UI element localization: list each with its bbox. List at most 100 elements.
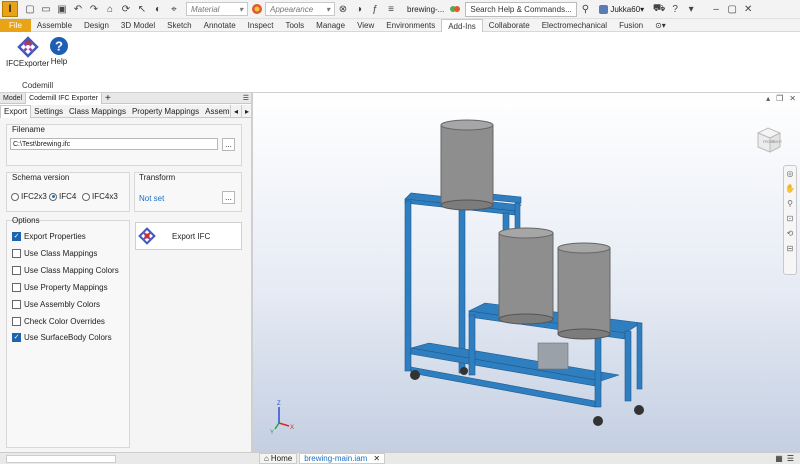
search-icon[interactable]: ⚲ bbox=[578, 2, 592, 16]
viewport-minimize-icon[interactable]: ▴ bbox=[766, 94, 770, 103]
update-icon[interactable]: ⟳ bbox=[119, 2, 133, 16]
option-use-property-mappings[interactable]: Use Property Mappings bbox=[12, 283, 108, 292]
tab-collaborate[interactable]: Collaborate bbox=[483, 19, 536, 32]
tab-sketch[interactable]: Sketch bbox=[161, 19, 197, 32]
material-select[interactable]: Material ▾ bbox=[186, 2, 248, 16]
user-menu[interactable]: Jukka60 ▾ bbox=[599, 4, 644, 14]
cart-icon[interactable]: ⛟ bbox=[652, 2, 666, 16]
tab-inspect[interactable]: Inspect bbox=[242, 19, 280, 32]
option-use-class-mappings[interactable]: Use Class Mappings bbox=[12, 249, 97, 258]
new-file-icon[interactable]: ▢ bbox=[23, 2, 37, 16]
navigation-bar: ◎ ✋ ⚲ ⊡ ⟲ ⊟ bbox=[783, 165, 797, 275]
orbit-icon[interactable]: ⟲ bbox=[787, 229, 794, 238]
document-tab[interactable]: brewing-main.iam ✕ bbox=[299, 453, 386, 464]
option-use-class-mapping-colors[interactable]: Use Class Mapping Colors bbox=[12, 266, 119, 275]
color-icon[interactable]: ◐ bbox=[151, 2, 165, 16]
app-logo[interactable]: I bbox=[2, 1, 18, 17]
viewport-window-controls: ▴ ❐ ✕ bbox=[766, 94, 796, 103]
tab-3d-model[interactable]: 3D Model bbox=[115, 19, 161, 32]
browse-file-button[interactable]: ... bbox=[222, 138, 235, 151]
schema-label: IFC4 bbox=[59, 192, 77, 201]
tab-electromechanical[interactable]: Electromechanical bbox=[536, 19, 613, 32]
home-tab-label: Home bbox=[270, 454, 293, 463]
tab-fusion[interactable]: Fusion bbox=[613, 19, 649, 32]
schema-radio-ifc2x3[interactable]: IFC2x3 bbox=[11, 192, 47, 201]
open-folder-icon[interactable]: ▭ bbox=[39, 2, 53, 16]
close-tab-icon[interactable]: ✕ bbox=[373, 454, 380, 463]
tab-add-ins[interactable]: Add-Ins bbox=[441, 18, 483, 33]
home-icon[interactable]: ⌂ bbox=[103, 2, 117, 16]
subtab-property-mappings[interactable]: Property Mappings bbox=[129, 105, 202, 118]
minimize-icon[interactable]: – bbox=[709, 2, 723, 16]
adjust-icon[interactable]: ◑ bbox=[352, 2, 366, 16]
scroll-left-icon[interactable]: ◂ bbox=[229, 104, 241, 118]
menu-icon[interactable]: ☰ bbox=[787, 454, 794, 463]
option-use-assembly-colors[interactable]: Use Assembly Colors bbox=[12, 300, 100, 309]
tab-model[interactable]: Model bbox=[0, 93, 25, 104]
viewport-restore-icon[interactable]: ❐ bbox=[776, 94, 783, 103]
ifc-exporter-button[interactable]: IFCExporter bbox=[6, 36, 49, 68]
3d-viewport[interactable]: Z X Y FRONT RIGHT ▴ ❐ ✕ ◎ ✋ ⚲ ⊡ ⟲ ⊟ bbox=[253, 93, 800, 452]
tab-tools[interactable]: Tools bbox=[279, 19, 310, 32]
viewport-close-icon[interactable]: ✕ bbox=[789, 94, 796, 103]
option-export-properties[interactable]: ✓ Export Properties bbox=[12, 232, 86, 241]
tab-assemble[interactable]: Assemble bbox=[31, 19, 78, 32]
home-tab[interactable]: ⌂ Home bbox=[259, 453, 298, 464]
export-ifc-button[interactable]: Export IFC bbox=[135, 222, 242, 250]
ribbon-options-icon[interactable]: ⊙▾ bbox=[649, 19, 672, 32]
help-circle-icon: ? bbox=[50, 37, 68, 55]
viewcube[interactable]: FRONT RIGHT bbox=[752, 123, 784, 155]
help-button[interactable]: ? Help bbox=[49, 36, 69, 66]
zoom-icon[interactable]: ⚲ bbox=[787, 199, 793, 208]
radio-circle bbox=[82, 192, 90, 201]
fx-icon[interactable]: ƒ bbox=[368, 2, 382, 16]
tab-design[interactable]: Design bbox=[78, 19, 115, 32]
subtab-settings[interactable]: Settings bbox=[31, 105, 66, 118]
ribbon-tabs: File Assemble Design 3D Model Sketch Ann… bbox=[0, 18, 800, 33]
undo-icon[interactable]: ↶ bbox=[71, 2, 85, 16]
schema-title: Schema version bbox=[12, 173, 70, 182]
subtab-export[interactable]: Export bbox=[0, 104, 32, 118]
close-icon[interactable]: ✕ bbox=[741, 2, 755, 16]
option-use-surfacebody-colors[interactable]: ✓ Use SurfaceBody Colors bbox=[12, 333, 112, 342]
tab-view[interactable]: View bbox=[351, 19, 380, 32]
filename-input[interactable]: C:\Test\brewing.ifc bbox=[10, 138, 218, 150]
help-dropdown-icon[interactable]: ▾ bbox=[684, 2, 698, 16]
tab-environments[interactable]: Environments bbox=[380, 19, 441, 32]
steering-wheel-icon[interactable]: ◎ bbox=[787, 169, 794, 178]
parameters-icon[interactable]: ≡ bbox=[384, 2, 398, 16]
redo-icon[interactable]: ↷ bbox=[87, 2, 101, 16]
add-tab-button[interactable]: + bbox=[102, 93, 114, 104]
measure-icon[interactable]: ⌖ bbox=[167, 2, 181, 16]
document-tab-label: brewing-main.iam bbox=[304, 454, 368, 463]
cloud-icon[interactable] bbox=[448, 2, 462, 16]
maximize-icon[interactable]: ▢ bbox=[725, 2, 739, 16]
save-icon[interactable]: ▣ bbox=[55, 2, 69, 16]
help-icon[interactable]: ? bbox=[668, 2, 682, 16]
subtab-assembly[interactable]: Assembl bbox=[202, 105, 230, 118]
radio-circle-selected bbox=[49, 192, 57, 201]
schema-radio-ifc4[interactable]: IFC4 bbox=[49, 192, 76, 201]
tab-codemill-ifc-exporter[interactable]: Codemill IFC Exporter bbox=[25, 92, 102, 104]
coordinate-triad: Z X Y bbox=[270, 401, 294, 436]
look-at-icon[interactable]: ⊟ bbox=[787, 244, 794, 253]
tile-icon[interactable]: ▦ bbox=[775, 454, 783, 463]
pan-icon[interactable]: ✋ bbox=[785, 184, 795, 193]
schema-radio-ifc4x3[interactable]: IFC4x3 bbox=[82, 192, 118, 201]
tab-annotate[interactable]: Annotate bbox=[198, 19, 242, 32]
appearance-select[interactable]: Appearance ▾ bbox=[265, 2, 335, 16]
chevron-down-icon: ▾ bbox=[238, 4, 243, 14]
tab-file[interactable]: File bbox=[0, 18, 31, 32]
tab-manage[interactable]: Manage bbox=[310, 19, 351, 32]
option-check-color-overrides[interactable]: Check Color Overrides bbox=[12, 317, 105, 326]
select-icon[interactable]: ↖ bbox=[135, 2, 149, 16]
search-input[interactable]: Search Help & Commands... bbox=[465, 1, 578, 17]
transform-browse-button[interactable]: ... bbox=[222, 191, 235, 204]
subtab-class-mappings[interactable]: Class Mappings bbox=[66, 105, 129, 118]
status-scroll[interactable] bbox=[6, 454, 116, 463]
clear-appearance-icon[interactable]: ⊗ bbox=[336, 2, 350, 16]
quick-access-toolbar: I ▢ ▭ ▣ ↶ ↷ ⌂ ⟳ ↖ ◐ ⌖ Material ▾ Appeara… bbox=[0, 0, 800, 19]
triad-z-label: Z bbox=[277, 401, 281, 407]
assembly-model[interactable]: Z X Y bbox=[253, 93, 800, 452]
zoom-window-icon[interactable]: ⊡ bbox=[787, 214, 794, 223]
